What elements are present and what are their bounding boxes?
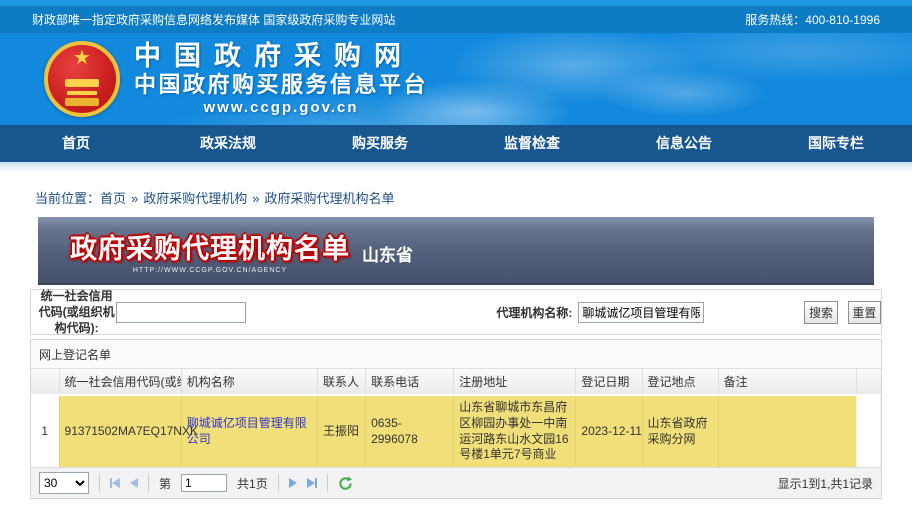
- page-size-select[interactable]: 30: [39, 472, 89, 494]
- cell-filler: [856, 395, 880, 467]
- national-emblem-icon: ★: [44, 41, 120, 117]
- agency-name-input[interactable]: [578, 302, 704, 323]
- reset-button[interactable]: 重置: [848, 301, 881, 324]
- cell-num: 1: [31, 395, 59, 467]
- col-reg-date: 登记日期: [576, 369, 642, 395]
- breadcrumb-agency-list[interactable]: 政府采购代理机构名单: [265, 191, 395, 206]
- search-panel: 统一社会信用代码(或组织机构代码): 代理机构名称: 搜索 重置: [30, 289, 882, 335]
- site-title: 中国政府采购网: [134, 41, 428, 71]
- record-summary: 显示1到1,共1记录: [778, 475, 873, 492]
- cell-remark: [718, 395, 856, 467]
- col-phone: 联系电话: [366, 369, 454, 395]
- cell-credit-code: 91371502MA7EQ17NXK: [59, 395, 181, 467]
- cell-reg-date: 2023-12-11: [576, 395, 642, 467]
- main-content: 统一社会信用代码(或组织机构代码): 代理机构名称: 搜索 重置 网上登记名单 …: [30, 289, 882, 499]
- breadcrumb-agency[interactable]: 政府采购代理机构: [143, 191, 247, 206]
- breadcrumb-separator: »: [252, 191, 259, 206]
- banner-title: 政府采购代理机构名单: [70, 227, 350, 266]
- cell-agency-name: 聊城诚亿项目管理有限公司: [181, 395, 317, 467]
- col-credit-code: 统一社会信用代码(或组织: [59, 369, 181, 395]
- nav-international[interactable]: 国际专栏: [760, 125, 912, 162]
- results-panel: 网上登记名单 统一社会信用代码(或组织 机构名称 联系人 联系电话 注册地址 登…: [30, 339, 882, 499]
- page-prefix: 第: [159, 475, 171, 492]
- col-num: [31, 369, 59, 395]
- table-row: 1 91371502MA7EQ17NXK 聊城诚亿项目管理有限公司 王振阳 06…: [31, 395, 881, 467]
- breadcrumb: 当前位置：首页 » 政府采购代理机构 » 政府采购代理机构名单: [35, 188, 912, 207]
- cell-phone: 0635-2996078: [366, 395, 454, 467]
- refresh-icon[interactable]: [338, 476, 353, 491]
- nav-announcements[interactable]: 信息公告: [608, 125, 760, 162]
- banner-region: 山东省: [362, 241, 413, 266]
- agency-name-link[interactable]: 聊城诚亿项目管理有限公司: [187, 416, 307, 446]
- col-agency-name: 机构名称: [181, 369, 317, 395]
- first-page-icon[interactable]: [110, 478, 120, 488]
- page-total: 共1页: [237, 475, 268, 492]
- cell-contact: 王振阳: [317, 395, 365, 467]
- credit-code-input[interactable]: [116, 302, 246, 323]
- site-subtitle: 中国政府购买服务信息平台: [134, 71, 428, 98]
- last-page-icon[interactable]: [307, 478, 317, 488]
- site-header: ★ 中国政府采购网 中国政府购买服务信息平台 www.ccgp.gov.cn: [0, 33, 912, 125]
- cell-reg-place: 山东省政府采购分网: [642, 395, 718, 467]
- breadcrumb-separator: »: [131, 191, 138, 206]
- agency-name-label: 代理机构名称:: [496, 304, 572, 321]
- prev-page-icon[interactable]: [130, 478, 138, 488]
- col-address: 注册地址: [454, 369, 576, 395]
- breadcrumb-home[interactable]: 首页: [100, 191, 126, 206]
- credit-code-label: 统一社会信用代码(或组织机构代码):: [37, 288, 116, 337]
- search-button[interactable]: 搜索: [804, 301, 837, 324]
- nav-bottom-gradient: [0, 162, 912, 172]
- service-hotline: 服务热线：400-810-1996: [745, 11, 880, 28]
- main-nav: 首页 政采法规 购买服务 监督检查 信息公告 国际专栏: [0, 125, 912, 162]
- pagination-bar: 30 第 共1页: [31, 467, 881, 498]
- section-title: 网上登记名单: [31, 340, 881, 369]
- col-filler: [856, 369, 880, 395]
- nav-home[interactable]: 首页: [0, 125, 152, 162]
- nav-regulations[interactable]: 政采法规: [152, 125, 304, 162]
- col-contact: 联系人: [317, 369, 365, 395]
- banner-url: HTTP://WWW.CCGP.GOV.CN/AGENCY: [133, 267, 287, 274]
- agency-table: 统一社会信用代码(或组织 机构名称 联系人 联系电话 注册地址 登记日期 登记地…: [31, 369, 881, 467]
- next-page-icon[interactable]: [289, 478, 297, 488]
- agency-list-banner: 政府采购代理机构名单 HTTP://WWW.CCGP.GOV.CN/AGENCY…: [38, 217, 874, 285]
- top-bar: 财政部唯一指定政府采购信息网络发布媒体 国家级政府采购专业网站 服务热线：400…: [0, 6, 912, 33]
- nav-supervision[interactable]: 监督检查: [456, 125, 608, 162]
- table-header-row: 统一社会信用代码(或组织 机构名称 联系人 联系电话 注册地址 登记日期 登记地…: [31, 369, 881, 395]
- site-tagline: 财政部唯一指定政府采购信息网络发布媒体 国家级政府采购专业网站: [32, 11, 395, 28]
- site-url: www.ccgp.gov.cn: [134, 98, 428, 118]
- breadcrumb-prefix: 当前位置：: [35, 191, 100, 206]
- cell-address: 山东省聊城市东昌府区柳园办事处一中南运河路东山水文园16号楼1单元7号商业: [454, 395, 576, 467]
- col-reg-place: 登记地点: [642, 369, 718, 395]
- nav-purchase-services[interactable]: 购买服务: [304, 125, 456, 162]
- site-logo[interactable]: ★ 中国政府采购网 中国政府购买服务信息平台 www.ccgp.gov.cn: [44, 41, 428, 118]
- col-remark: 备注: [718, 369, 856, 395]
- page-number-input[interactable]: [181, 474, 227, 492]
